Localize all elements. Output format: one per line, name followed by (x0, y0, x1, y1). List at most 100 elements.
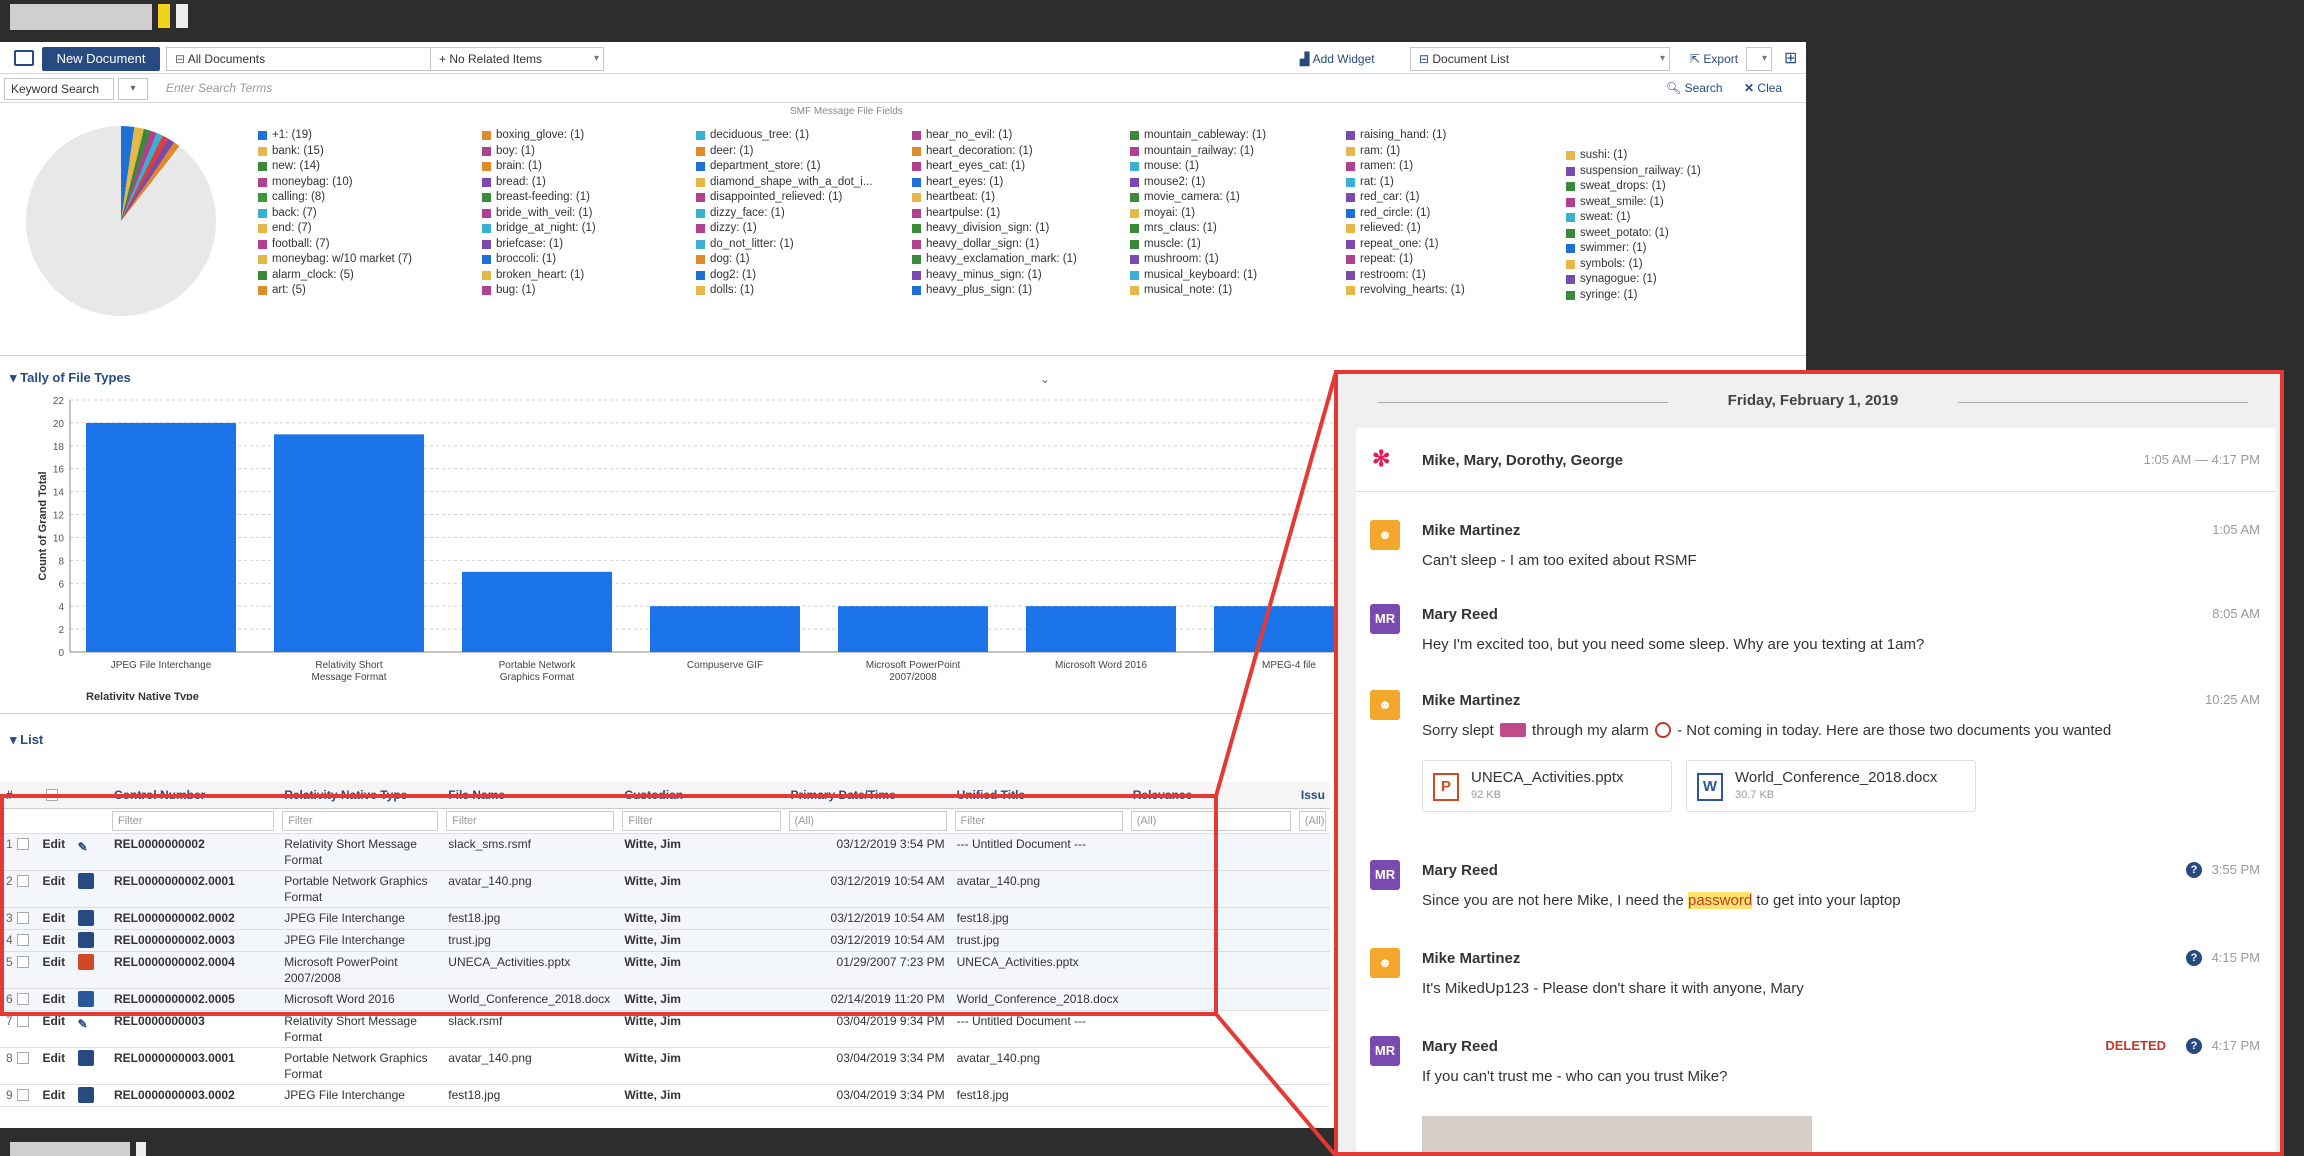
legend-item[interactable]: do_not_litter: (1) (696, 237, 872, 253)
chart-section-header[interactable]: ▾ Tally of File Types (10, 370, 131, 386)
legend-item[interactable]: moneybag: w/10 market (7) (258, 252, 412, 268)
legend-item[interactable]: red_car: (1) (1346, 190, 1465, 206)
legend-item[interactable]: dizzy: (1) (696, 221, 872, 237)
table-row[interactable]: 9 Edit REL0000000003.0002 JPEG File Interch… (0, 1084, 1330, 1107)
legend-item[interactable]: diamond_shape_with_a_dot_i... (696, 175, 872, 191)
legend-item[interactable]: bride_with_veil: (1) (482, 206, 596, 222)
legend-item[interactable]: heart_decoration: (1) (912, 144, 1077, 160)
legend-item[interactable]: dolls: (1) (696, 283, 872, 299)
legend-item[interactable]: sweat_drops: (1) (1566, 179, 1701, 195)
legend-item[interactable]: new: (14) (258, 159, 412, 175)
pie-chart[interactable] (26, 126, 216, 316)
legend-item[interactable]: boy: (1) (482, 144, 596, 160)
help-icon[interactable]: ? (2186, 950, 2202, 966)
filter-dropdown[interactable]: (All) (1298, 810, 1326, 831)
help-icon[interactable]: ? (2186, 1038, 2202, 1054)
all-documents-dropdown[interactable]: ⊟ All Documents▾ (166, 47, 442, 71)
legend-item[interactable]: moyai: (1) (1130, 206, 1266, 222)
legend-item[interactable]: mouse: (1) (1130, 159, 1266, 175)
legend-item[interactable]: football: (7) (258, 237, 412, 253)
folder-icon[interactable] (14, 50, 34, 66)
edit-link[interactable]: Edit (36, 1084, 72, 1107)
legend-item[interactable]: musical_note: (1) (1130, 283, 1266, 299)
image-icon[interactable] (77, 1049, 94, 1066)
legend-item[interactable]: musical_keyboard: (1) (1130, 268, 1266, 284)
search-input[interactable]: Enter Search Terms (160, 78, 1640, 100)
legend-item[interactable]: sweat: (1) (1566, 210, 1701, 226)
legend-item[interactable]: heavy_plus_sign: (1) (912, 283, 1077, 299)
legend-item[interactable]: department_store: (1) (696, 159, 872, 175)
edit-link[interactable]: Edit (36, 1047, 72, 1085)
bar[interactable] (274, 434, 424, 652)
message[interactable]: MR Mary Reed 8:05 AM Hey I'm excited too… (1356, 604, 2276, 674)
image-attachment-preview[interactable] (1422, 1116, 1812, 1152)
legend-item[interactable]: calling: (8) (258, 190, 412, 206)
legend-item[interactable]: sushi: (1) (1566, 148, 1701, 164)
legend-item[interactable]: sweet_potato: (1) (1566, 226, 1701, 242)
legend-item[interactable]: muscle: (1) (1130, 237, 1266, 253)
legend-item[interactable]: disappointed_relieved: (1) (696, 190, 872, 206)
message[interactable]: MR Mary Reed DELETED ? 4:17 PM If you ca… (1356, 1036, 2276, 1152)
legend-item[interactable]: broccoli: (1) (482, 252, 596, 268)
legend-item[interactable]: rat: (1) (1346, 175, 1465, 191)
legend-item[interactable]: deer: (1) (696, 144, 872, 160)
bar[interactable] (462, 571, 612, 652)
legend-item[interactable]: dizzy_face: (1) (696, 206, 872, 222)
legend-item[interactable]: repeat_one: (1) (1346, 237, 1465, 253)
pencil-icon[interactable]: ✎ (78, 1016, 94, 1032)
legend-item[interactable]: restroom: (1) (1346, 268, 1465, 284)
legend-item[interactable]: bank: (15) (258, 144, 412, 160)
legend-item[interactable]: dog2: (1) (696, 268, 872, 284)
legend-item[interactable]: heartbeat: (1) (912, 190, 1077, 206)
legend-item[interactable]: revolving_hearts: (1) (1346, 283, 1465, 299)
legend-item[interactable]: heart_eyes: (1) (912, 175, 1077, 191)
legend-item[interactable]: +1: (19) (258, 128, 412, 144)
legend-item[interactable]: hear_no_evil: (1) (912, 128, 1077, 144)
help-icon[interactable]: ? (2186, 862, 2202, 878)
legend-item[interactable]: back: (7) (258, 206, 412, 222)
message[interactable]: ☻ Mike Martinez ? 4:15 PM It's MikedUp12… (1356, 948, 2276, 1018)
legend-item[interactable]: red_circle: (1) (1346, 206, 1465, 222)
control-number[interactable]: REL0000000003.0001 (108, 1047, 279, 1085)
legend-item[interactable]: dog: (1) (696, 252, 872, 268)
list-section-header[interactable]: ▾ List (10, 732, 43, 748)
legend-item[interactable]: relieved: (1) (1346, 221, 1465, 237)
legend-item[interactable]: briefcase: (1) (482, 237, 596, 253)
bar[interactable] (838, 606, 988, 652)
legend-item[interactable]: ram: (1) (1346, 144, 1465, 160)
bar[interactable] (1026, 606, 1176, 652)
legend-item[interactable]: deciduous_tree: (1) (696, 128, 872, 144)
legend-item[interactable]: moneybag: (10) (258, 175, 412, 191)
legend-item[interactable]: raising_hand: (1) (1346, 128, 1465, 144)
table-row[interactable]: 8 Edit REL0000000003.0001 Portable Network … (0, 1047, 1330, 1085)
legend-item[interactable]: syringe: (1) (1566, 288, 1701, 304)
image-icon[interactable] (77, 1086, 94, 1103)
attachment-pptx[interactable]: P UNECA_Activities.pptx 92 KB (1422, 760, 1672, 812)
document-list-dropdown[interactable]: ⊟ Document List ▾ (1410, 47, 1670, 71)
bar[interactable] (650, 606, 800, 652)
legend-item[interactable]: sweat_smile: (1) (1566, 195, 1701, 211)
export-dropdown[interactable]: ▾ (1746, 47, 1772, 71)
legend-item[interactable]: brain: (1) (482, 159, 596, 175)
legend-item[interactable]: synagogue: (1) (1566, 272, 1701, 288)
legend-item[interactable]: mountain_cableway: (1) (1130, 128, 1266, 144)
legend-item[interactable]: heart_eyes_cat: (1) (912, 159, 1077, 175)
row-checkbox[interactable] (16, 1051, 29, 1064)
legend-item[interactable]: heavy_dollar_sign: (1) (912, 237, 1077, 253)
control-number[interactable]: REL0000000003.0002 (108, 1084, 279, 1107)
chevron-down-icon[interactable]: ▾ (118, 78, 148, 100)
legend-item[interactable]: ramen: (1) (1346, 159, 1465, 175)
keyword-search-select[interactable]: Keyword Search (4, 78, 114, 100)
legend-item[interactable]: end: (7) (258, 221, 412, 237)
legend-item[interactable]: boxing_glove: (1) (482, 128, 596, 144)
legend-item[interactable]: heavy_exclamation_mark: (1) (912, 252, 1077, 268)
legend-item[interactable]: heavy_minus_sign: (1) (912, 268, 1077, 284)
message[interactable]: MR Mary Reed ? 3:55 PM Since you are not… (1356, 860, 2276, 930)
legend-item[interactable]: mountain_railway: (1) (1130, 144, 1266, 160)
message[interactable]: ☻ Mike Martinez 10:25 AM Sorry slept thr… (1356, 690, 2276, 840)
column-header[interactable]: Issu (1294, 782, 1330, 809)
add-widget-button[interactable]: ▟ Add Widget (1300, 47, 1375, 71)
legend-item[interactable]: movie_camera: (1) (1130, 190, 1266, 206)
legend-item[interactable]: symbols: (1) (1566, 257, 1701, 273)
legend-item[interactable]: bug: (1) (482, 283, 596, 299)
